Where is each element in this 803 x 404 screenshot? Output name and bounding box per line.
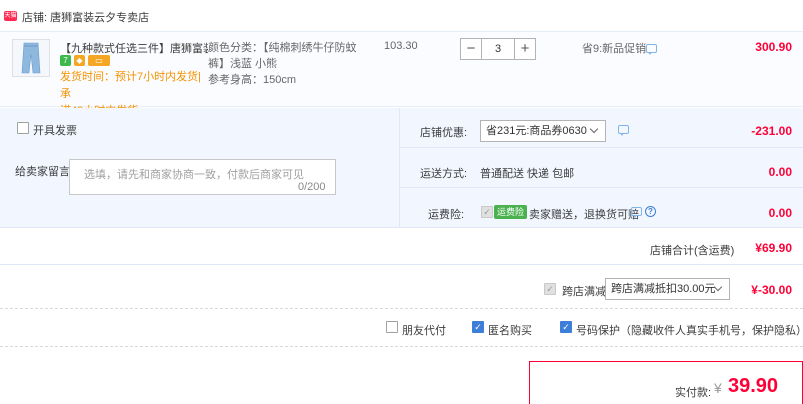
insurance-badge: 运费险 xyxy=(494,205,528,219)
cross-store-checkbox: ✓ xyxy=(544,283,556,295)
tmall-badge-icon: 天猫 xyxy=(4,11,17,21)
cross-store-value: 跨店满减抵扣30.00元 xyxy=(611,283,716,295)
chat-icon[interactable] xyxy=(618,125,629,136)
row-divider xyxy=(399,147,803,148)
quantity-decrease-button[interactable]: − xyxy=(460,38,482,60)
cross-store-select[interactable]: 跨店满减抵扣30.00元 xyxy=(605,278,730,300)
section-divider xyxy=(0,264,803,265)
invoice-label: 开具发票 xyxy=(33,125,77,137)
insurance-checkbox: ✓ xyxy=(481,206,493,218)
anonymous-label: 匿名购买 xyxy=(488,325,532,337)
insurance-text: 卖家赠送，退换货可赔 xyxy=(529,209,639,221)
shipping-amount: 0.00 xyxy=(768,165,792,179)
promo-text: 省9:新品促销 xyxy=(582,43,647,55)
shipping-time-line1: 发货时间：预计7小时内发货|承 xyxy=(60,71,201,100)
tag-card-icon: ▭ xyxy=(88,55,110,66)
payment-currency: ¥ xyxy=(714,380,722,396)
chat-icon[interactable] xyxy=(646,44,657,55)
dashed-divider xyxy=(0,308,803,309)
row-divider xyxy=(399,187,803,188)
shop-discount-select[interactable]: 省231元:商品券0630 xyxy=(480,120,606,142)
anonymous-checkbox[interactable]: ✓ xyxy=(472,321,484,333)
shop-total-value: ¥69.90 xyxy=(755,241,792,255)
shop-discount-label: 店铺优惠: xyxy=(420,127,468,139)
shop-name[interactable]: 店铺: 唐狮富装云夕专卖店 xyxy=(22,9,149,25)
panel-divider xyxy=(399,108,400,227)
sku-height: 参考身高：150cm xyxy=(208,74,297,86)
quantity-increase-button[interactable]: + xyxy=(514,38,536,60)
product-thumbnail[interactable] xyxy=(12,39,50,77)
tag-seven-day-icon: 7 xyxy=(60,55,71,66)
insurance-label: 运费险: xyxy=(428,209,465,221)
sku-color-cont: 裤】浅蓝 小熊 xyxy=(208,58,278,70)
quantity-input[interactable]: 3 xyxy=(482,38,514,60)
insurance-amount: 0.00 xyxy=(768,206,792,220)
shop-discount-value: 省231元:商品券0630 xyxy=(486,125,587,137)
shipping-method: 普通配送 快递 包邮 xyxy=(480,168,575,180)
tag-shield-icon: ◆ xyxy=(74,55,85,66)
invoice-checkbox[interactable] xyxy=(17,122,29,134)
message-counter: 0/200 xyxy=(298,181,326,193)
product-title[interactable]: 【九种款式任选三件】唐狮富装... xyxy=(60,40,208,56)
friend-pay-label: 朋友代付 xyxy=(402,325,446,337)
help-icon[interactable]: ? xyxy=(645,206,656,217)
sku-color: 颜色分类：【纯棉刺绣牛仔防蚊 xyxy=(208,42,357,54)
item-subtotal: 300.90 xyxy=(755,40,792,54)
cross-store-amount: ¥-30.00 xyxy=(751,283,792,297)
unit-price: 103.30 xyxy=(384,40,418,52)
shipping-label: 运送方式: xyxy=(420,168,468,180)
cross-store-label: 跨店满减 xyxy=(562,286,606,298)
friend-pay-checkbox[interactable] xyxy=(386,321,398,333)
phone-protect-checkbox[interactable]: ✓ xyxy=(560,321,572,333)
shop-total-label: 店铺合计(含运费) xyxy=(650,245,735,257)
payment-label: 实付款: xyxy=(675,387,712,399)
chat-icon[interactable] xyxy=(631,207,642,218)
payment-amount: 39.90 xyxy=(728,375,779,397)
message-label: 给卖家留言: xyxy=(15,166,74,178)
phone-protect-label: 号码保护（隐藏收件人真实手机号，保护隐私） xyxy=(576,325,803,337)
message-placeholder: 选填，请先和商家协商一致，付款后商家可见 xyxy=(84,169,304,181)
shop-discount-amount: -231.00 xyxy=(751,124,792,138)
product-sku: 颜色分类：【纯棉刺绣牛仔防蚊 裤】浅蓝 小熊 参考身高：150cm xyxy=(208,40,368,88)
panel-bottom-border xyxy=(0,227,803,228)
dashed-divider xyxy=(0,346,803,347)
